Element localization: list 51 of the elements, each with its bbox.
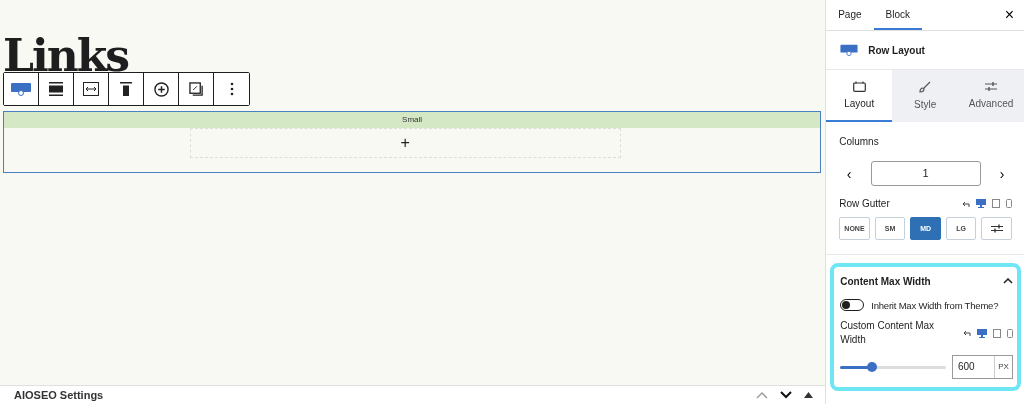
panel-title: Content Max Width [840, 275, 931, 287]
width-field[interactable]: 600 [953, 356, 995, 378]
width-icon [83, 82, 99, 96]
panel-title: AIOSEO Settings [14, 389, 104, 401]
top-align-icon [120, 82, 132, 96]
align-icon [49, 82, 63, 96]
inspector-tab[interactable]: Style [892, 70, 959, 122]
slider-handle[interactable] [867, 362, 877, 372]
width-slider[interactable] [840, 365, 947, 369]
gutter-option[interactable] [981, 217, 1012, 240]
layout-icon [852, 81, 866, 92]
tablet-icon[interactable] [993, 328, 1001, 338]
move-down-icon[interactable] [780, 391, 793, 399]
previous-button[interactable]: ‹ [839, 164, 860, 183]
reset-icon[interactable] [962, 329, 971, 337]
tablet-icon[interactable] [992, 199, 1000, 208]
unit-label: PX [997, 361, 1010, 373]
desktop-icon[interactable] [977, 328, 987, 338]
row-block[interactable]: Small + [3, 111, 822, 173]
mobile-icon[interactable] [1006, 199, 1012, 208]
move-up-icon[interactable] [756, 391, 769, 399]
toolbar-button[interactable] [4, 73, 39, 105]
inspector-tab[interactable]: Layout [826, 70, 893, 122]
more-icon [229, 82, 234, 96]
custom-width-label: Custom Content Max Width [840, 319, 936, 347]
sidebar-tab[interactable]: Block [873, 0, 922, 30]
inspector-tab[interactable]: Advanced [958, 70, 1024, 122]
add-icon [153, 81, 169, 97]
row-layout-icon [840, 44, 859, 56]
next-button[interactable]: › [992, 164, 1012, 183]
columns-label: Columns [839, 136, 880, 147]
toggle-switch[interactable] [840, 299, 865, 311]
mobile-icon[interactable] [1007, 328, 1013, 338]
row-layout-icon [11, 82, 31, 96]
columns-field[interactable]: 1 [870, 161, 981, 186]
toggle-label: Inherit Max Width from Theme? [871, 299, 999, 311]
desktop-icon[interactable] [976, 199, 986, 208]
collapse-icon[interactable] [804, 392, 814, 398]
row-gutter-label: Row Gutter [839, 198, 890, 209]
sliders-icon [985, 81, 998, 92]
block-name: Row Layout [868, 44, 925, 56]
sliders-icon [990, 224, 1003, 233]
chevron-icon[interactable] [1003, 278, 1013, 284]
copy-icon [188, 81, 204, 97]
add-block-button[interactable]: + [189, 128, 621, 158]
close-button[interactable]: × [994, 0, 1024, 30]
sidebar-tab[interactable]: Page [826, 0, 874, 30]
brush-icon [919, 80, 932, 93]
page-title: Links [3, 32, 130, 72]
reset-icon[interactable] [961, 199, 970, 208]
column-size-label: Small [4, 112, 821, 128]
